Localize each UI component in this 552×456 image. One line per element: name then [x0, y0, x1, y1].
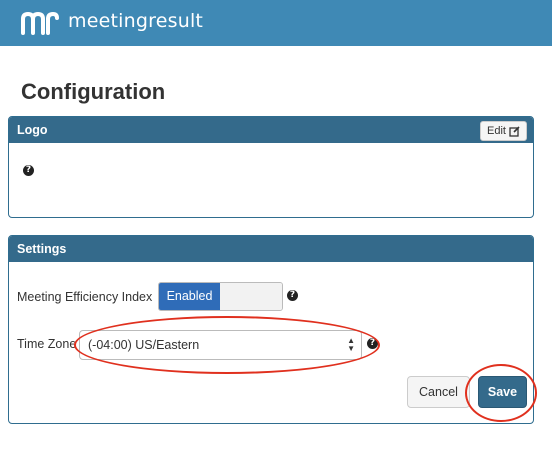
logo-panel-header: Logo Edit [9, 117, 533, 143]
logo-panel-title: Logo [17, 123, 48, 137]
mei-toggle-on-label: Enabled [159, 283, 220, 310]
mei-toggle-handle[interactable] [220, 283, 282, 310]
settings-panel-header: Settings [9, 236, 533, 262]
timezone-selected-value: (-04:00) US/Eastern [88, 338, 200, 352]
logo-panel: Logo Edit ? [8, 116, 534, 218]
edit-button-label: Edit [487, 125, 506, 137]
mei-toggle[interactable]: Enabled [158, 282, 283, 311]
top-navbar: meetingresult [0, 0, 552, 46]
settings-panel: Settings Meeting Efficiency Index Enable… [8, 235, 534, 424]
edit-logo-button[interactable]: Edit [480, 121, 527, 141]
cancel-button[interactable]: Cancel [407, 376, 470, 408]
save-button[interactable]: Save [478, 376, 527, 408]
settings-panel-title: Settings [17, 242, 67, 256]
timezone-help-icon[interactable]: ? [367, 338, 378, 349]
brand-name[interactable]: meetingresult [68, 10, 203, 32]
select-arrows-icon: ▲ ▼ [347, 336, 355, 353]
mei-help-icon[interactable]: ? [287, 290, 298, 301]
brand-logo-icon [21, 11, 59, 35]
logo-help-icon[interactable]: ? [23, 165, 34, 176]
mei-label: Meeting Efficiency Index [17, 290, 153, 304]
timezone-select[interactable]: (-04:00) US/Eastern ▲ ▼ [79, 330, 362, 360]
page-title: Configuration [21, 79, 166, 104]
edit-icon [509, 125, 520, 137]
timezone-label: Time Zone [17, 337, 77, 351]
